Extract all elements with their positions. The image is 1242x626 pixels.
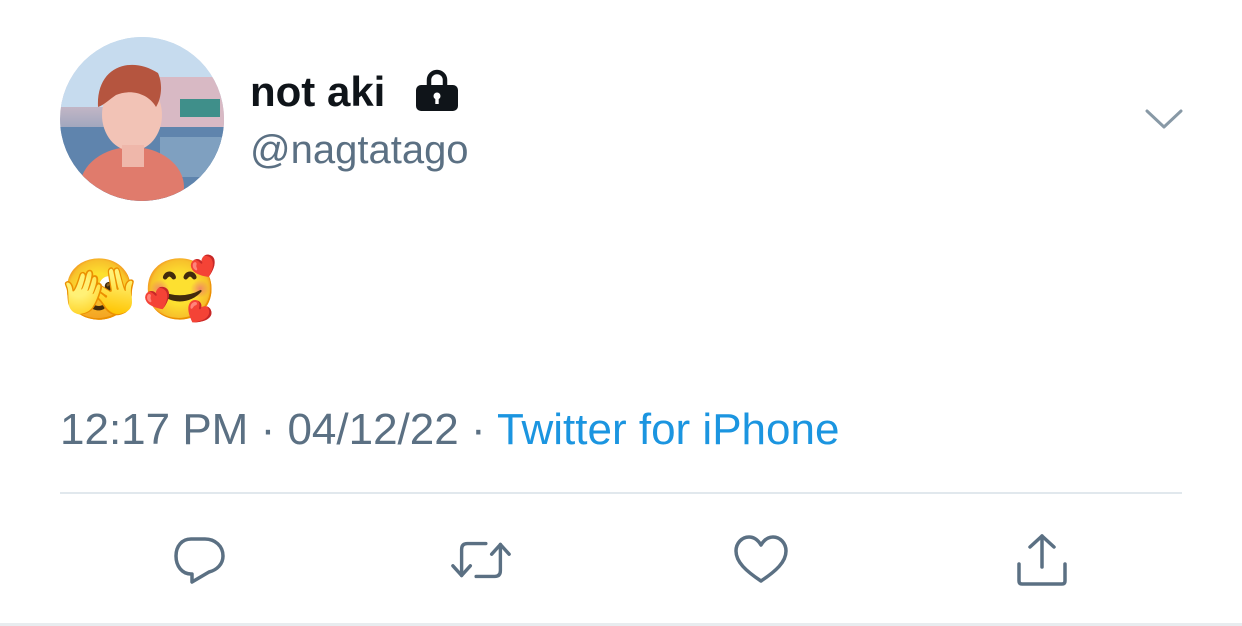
retweet-icon: [451, 541, 511, 579]
meta-separator: ·: [458, 405, 498, 454]
meta-separator: ·: [248, 405, 288, 454]
tweet-detail: not aki @nagtatago 🫣🥰 12:17 PM · 04/12/2…: [0, 0, 1242, 626]
tweet-source-link[interactable]: Twitter for iPhone: [497, 405, 839, 454]
reply-icon: [174, 537, 225, 584]
avatar[interactable]: [60, 37, 224, 201]
divider: [60, 492, 1182, 494]
like-button[interactable]: [729, 528, 793, 592]
tweet-meta: 12:17 PM · 04/12/22 · Twitter for iPhone: [60, 404, 839, 456]
reply-button[interactable]: [168, 528, 232, 592]
chevron-down-icon[interactable]: [1144, 106, 1184, 132]
share-button[interactable]: [1010, 528, 1074, 592]
tweet-text: 🫣🥰: [62, 256, 224, 323]
display-name[interactable]: not aki: [250, 68, 385, 116]
avatar-image: [60, 37, 224, 201]
user-handle[interactable]: @nagtatago: [250, 126, 469, 174]
tweet-date: 04/12/22: [287, 405, 459, 454]
tweet-time: 12:17 PM: [60, 405, 249, 454]
heart-icon: [734, 535, 788, 583]
lock-icon: [416, 69, 458, 111]
share-icon: [1017, 534, 1067, 586]
retweet-button[interactable]: [449, 528, 513, 592]
